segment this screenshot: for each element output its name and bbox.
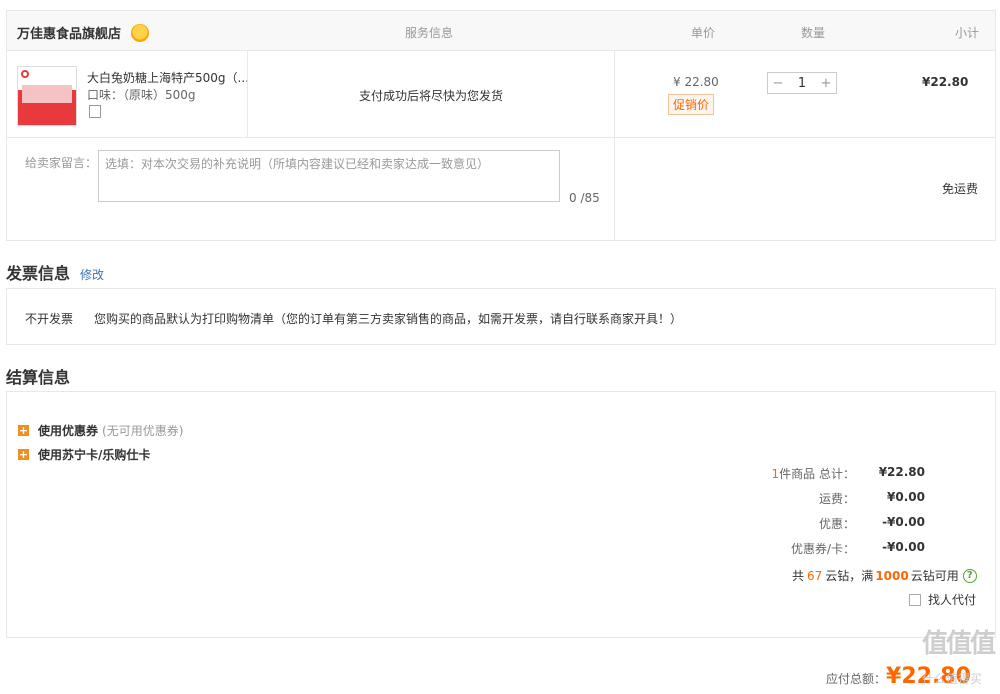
subtotal: ¥22.80 xyxy=(922,75,969,89)
product-title[interactable]: 大白兔奶糖上海特产500g（... xyxy=(87,69,247,86)
shipping-info: 免运费 xyxy=(942,182,979,196)
store-name[interactable]: 万佳惠食品旗舰店 xyxy=(17,23,121,42)
service-text: 支付成功后将尽快为您发货 xyxy=(359,89,504,103)
invoice-title: 发票信息 xyxy=(6,264,71,283)
summary-coupon-row: 优惠券/卡： -¥0.00 xyxy=(705,540,925,557)
service-tag-icon xyxy=(89,105,101,118)
coupon-note: (无可用优惠券) xyxy=(102,424,184,438)
increase-button[interactable]: + xyxy=(816,76,836,91)
item-count-label: 件商品 总计： xyxy=(779,467,855,481)
store-badge-icon xyxy=(131,23,150,42)
brand-logo-icon xyxy=(21,70,29,78)
unit-price: ¥ 22.80 xyxy=(673,75,719,89)
invoice-panel: 不开发票 您购买的商品默认为打印购物清单（您的订单有第三方卖家销售的商品，如需开… xyxy=(6,288,996,345)
yunzuan-row: 共 67 云钻，满 1000 云钻可用 ? xyxy=(792,567,977,584)
watermark-logo: 值值值 xyxy=(921,629,996,659)
yunzuan-prefix: 共 xyxy=(792,569,805,583)
card-toggle[interactable]: + 使用苏宁卡/乐购仕卡 xyxy=(18,446,150,463)
message-label: 给卖家留言： xyxy=(25,156,98,170)
yunzuan-threshold: 1000 xyxy=(875,568,909,583)
watermark-text: 什么值得买 xyxy=(921,672,982,686)
yunzuan-suffix: 云钻可用 xyxy=(910,569,959,583)
decrease-button[interactable]: − xyxy=(768,76,788,91)
freight-label: 运费： xyxy=(818,492,855,506)
proxy-pay-option[interactable]: 找人代付 xyxy=(909,591,976,608)
settlement-panel: + 使用优惠券 (无可用优惠券) + 使用苏宁卡/乐购仕卡 1件商品 总计： ¥… xyxy=(6,391,996,638)
col-unit-price: 单价 xyxy=(691,26,716,40)
help-icon[interactable]: ? xyxy=(962,568,977,583)
expand-plus-icon: + xyxy=(18,424,29,437)
card-label: 使用苏宁卡/乐购仕卡 xyxy=(38,448,151,462)
quantity-input[interactable]: 1 xyxy=(788,76,816,91)
discount-label: 优惠： xyxy=(818,517,855,531)
product-image[interactable] xyxy=(17,66,77,126)
total-value: ¥22.80 xyxy=(878,465,925,479)
promo-badge: 促销价 xyxy=(668,94,715,115)
product-spec: 口味：（原味）500g xyxy=(87,88,196,102)
order-body: 大白兔奶糖上海特产500g（... 口味：（原味）500g 支付成功后将尽快为您… xyxy=(6,50,996,241)
coupon-card-label: 优惠券/卡： xyxy=(790,542,855,556)
proxy-pay-label: 找人代付 xyxy=(928,593,977,607)
expand-plus-icon: + xyxy=(18,448,29,461)
col-service: 服务信息 xyxy=(405,26,454,40)
order-header: 万佳惠食品旗舰店 服务信息 单价 数量 小计 xyxy=(6,10,996,51)
col-quantity: 数量 xyxy=(801,26,826,40)
watermark: 值值值 什么值得买 xyxy=(921,623,996,690)
payable-label: 应付总额： xyxy=(826,672,887,686)
yunzuan-amount: 67 xyxy=(807,568,823,583)
invoice-note: 您购买的商品默认为打印购物清单（您的订单有第三方卖家销售的商品，如需开发票，请自… xyxy=(94,312,683,326)
invoice-header: 发票信息 修改 xyxy=(6,260,104,284)
yunzuan-mid: 云钻，满 xyxy=(825,569,874,583)
summary-total-row: 1件商品 总计： ¥22.80 xyxy=(705,465,925,482)
quantity-stepper: − 1 + xyxy=(767,72,837,94)
coupon-label: 使用优惠券 xyxy=(38,424,99,438)
proxy-pay-checkbox[interactable] xyxy=(909,593,921,606)
col-subtotal: 小计 xyxy=(955,26,980,40)
message-textarea[interactable]: 选填：对本次交易的补充说明（所填内容建议已经和卖家达成一致意见） xyxy=(98,150,560,202)
discount-value: -¥0.00 xyxy=(882,515,925,529)
coupon-toggle[interactable]: + 使用优惠券 (无可用优惠券) xyxy=(18,422,183,439)
coupon-card-value: -¥0.00 xyxy=(882,540,925,554)
invoice-edit-link[interactable]: 修改 xyxy=(80,266,104,283)
message-count: 0 /85 xyxy=(569,191,600,205)
invoice-type: 不开发票 xyxy=(25,312,74,326)
settlement-title: 结算信息 xyxy=(6,368,71,387)
freight-value: ¥0.00 xyxy=(887,490,925,504)
summary-discount-row: 优惠： -¥0.00 xyxy=(705,515,925,532)
summary-freight-row: 运费： ¥0.00 xyxy=(705,490,925,507)
